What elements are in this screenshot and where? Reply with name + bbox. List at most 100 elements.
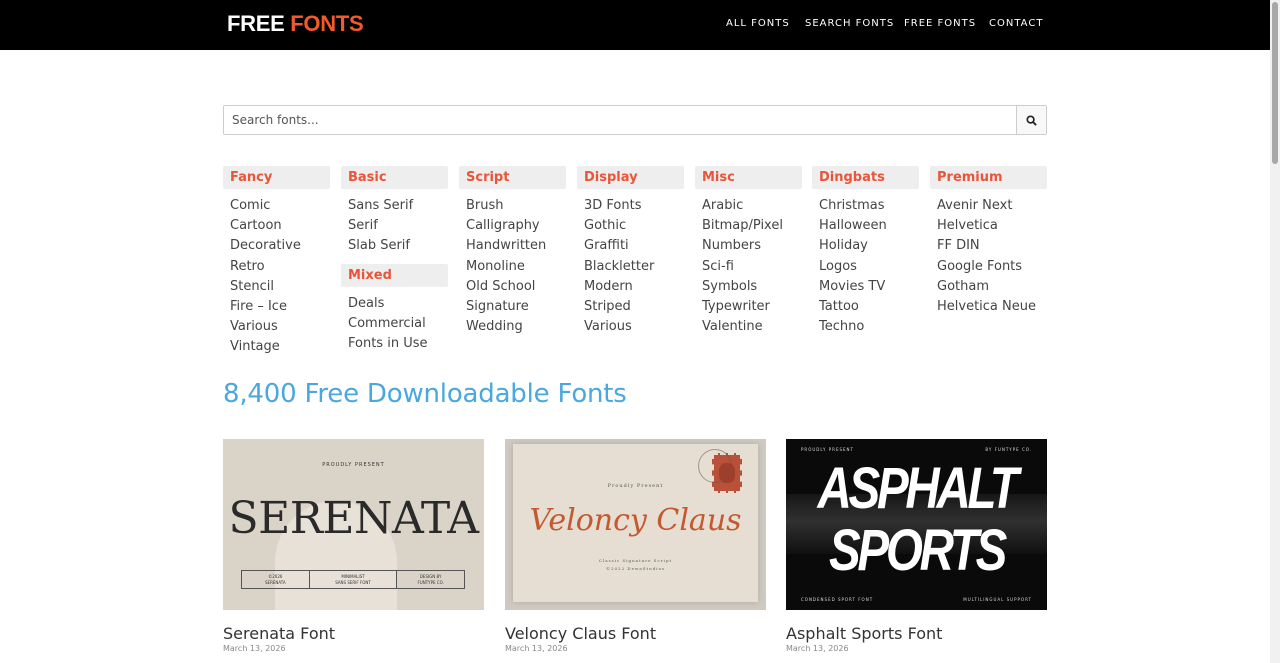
category-link[interactable]: Slab Serif (348, 236, 441, 256)
font-card-veloncy-claus[interactable]: Proudly Present Veloncy Claus Classic Si… (505, 439, 766, 653)
search-button[interactable] (1016, 106, 1046, 134)
search-icon (1026, 114, 1037, 126)
preview-bottom-right: MULTILINGUAL SUPPORT (963, 597, 1032, 602)
category-link[interactable]: Sans Serif (348, 196, 441, 216)
category-heading-script[interactable]: Script (459, 166, 566, 189)
category-link[interactable]: Signature (466, 297, 559, 317)
category-fancy: Fancy Comic Cartoon Decorative Retro Ste… (223, 166, 330, 358)
category-link[interactable]: Helvetica (937, 216, 1040, 236)
category-link[interactable]: Halloween (819, 216, 912, 236)
category-link[interactable]: Helvetica Neue (937, 297, 1040, 317)
category-link[interactable]: Arabic (702, 196, 795, 216)
category-heading-fancy[interactable]: Fancy (223, 166, 330, 189)
category-link[interactable]: Holiday (819, 236, 912, 256)
category-link[interactable]: Retro (230, 257, 323, 277)
font-date: March 13, 2026 (786, 644, 849, 653)
logo-text-free: FREE (227, 11, 285, 36)
category-link[interactable]: Gotham (937, 277, 1040, 297)
category-link[interactable]: Monoline (466, 257, 559, 277)
font-date: March 13, 2026 (223, 644, 286, 653)
category-link[interactable]: Various (230, 317, 323, 337)
category-link[interactable]: Old School (466, 277, 559, 297)
category-link[interactable]: FF DIN (937, 236, 1040, 256)
nav-contact[interactable]: CONTACT (989, 18, 1043, 29)
category-heading-dingbats[interactable]: Dingbats (812, 166, 919, 189)
category-link[interactable]: Fonts in Use (348, 334, 441, 354)
category-link[interactable]: Symbols (702, 277, 795, 297)
category-heading-misc[interactable]: Misc (695, 166, 802, 189)
page-scrollbar[interactable] (1270, 0, 1280, 663)
preview-postmark (698, 449, 732, 483)
category-link[interactable]: Deals (348, 294, 441, 314)
preview-font-name: Veloncy Claus (529, 503, 742, 538)
category-link[interactable]: Graffiti (584, 236, 677, 256)
preview-info-table: ©2026 SERENATA MINIMALIST SANS SERIF FON… (241, 570, 465, 589)
category-link[interactable]: Commercial (348, 314, 441, 334)
nav-search-fonts[interactable]: SEARCH FONTS (805, 18, 894, 29)
font-preview-image[interactable]: Proudly Present Veloncy Claus Classic Si… (505, 439, 766, 610)
category-link[interactable]: Handwritten (466, 236, 559, 256)
font-title[interactable]: Asphalt Sports Font (786, 624, 1047, 643)
category-link[interactable]: Typewriter (702, 297, 795, 317)
category-link[interactable]: Movies TV (819, 277, 912, 297)
category-heading-display[interactable]: Display (577, 166, 684, 189)
category-link[interactable]: Various (584, 317, 677, 337)
font-date: March 13, 2026 (505, 644, 568, 653)
category-basic: Basic Sans Serif Serif Slab Serif Mixed … (341, 166, 448, 354)
font-title[interactable]: Veloncy Claus Font (505, 624, 766, 643)
category-heading-basic[interactable]: Basic (341, 166, 448, 189)
category-link[interactable]: Google Fonts (937, 257, 1040, 277)
top-navbar: FREE FONTS ALL FONTS SEARCH FONTS FREE F… (0, 0, 1270, 50)
preview-subtitle: Classic Signature Script (598, 558, 673, 563)
category-dingbats: Dingbats Christmas Halloween Holiday Log… (812, 166, 919, 337)
category-link[interactable]: 3D Fonts (584, 196, 677, 216)
preview-top-left: PROUDLY PRESENT (801, 447, 854, 452)
category-link[interactable]: Striped (584, 297, 677, 317)
scrollbar-thumb[interactable] (1272, 2, 1278, 164)
category-link[interactable]: Modern (584, 277, 677, 297)
category-link[interactable]: Vintage (230, 337, 323, 357)
category-heading-mixed[interactable]: Mixed (341, 263, 448, 287)
category-link[interactable]: Valentine (702, 317, 795, 337)
preview-font-name-line2: SPORTS (828, 518, 1007, 583)
category-link[interactable]: Serif (348, 216, 441, 236)
category-link[interactable]: Fire – Ice (230, 297, 323, 317)
font-title[interactable]: Serenata Font (223, 624, 484, 643)
category-link[interactable]: Gothic (584, 216, 677, 236)
category-link[interactable]: Decorative (230, 236, 323, 256)
nav-all-fonts[interactable]: ALL FONTS (726, 18, 790, 29)
category-link[interactable]: Bitmap/Pixel (702, 216, 795, 236)
category-link[interactable]: Brush (466, 196, 559, 216)
category-link[interactable]: Tattoo (819, 297, 912, 317)
preview-top-right: BY FUNTYPE CO. (985, 447, 1032, 452)
category-link[interactable]: Calligraphy (466, 216, 559, 236)
category-link[interactable]: Comic (230, 196, 323, 216)
search-input[interactable] (224, 106, 1016, 134)
category-link[interactable]: Sci-fi (702, 257, 795, 277)
preview-font-name: SERENATA (228, 493, 479, 544)
preview-top-text: PROUDLY PRESENT (322, 462, 385, 468)
category-link[interactable]: Stencil (230, 277, 323, 297)
nav-free-fonts[interactable]: FREE FONTS (904, 18, 976, 29)
category-script: Script Brush Calligraphy Handwritten Mon… (459, 166, 566, 337)
page-headline: 8,400 Free Downloadable Fonts (223, 379, 627, 409)
category-link[interactable]: Avenir Next (937, 196, 1040, 216)
font-preview-image[interactable]: PROUDLY PRESENT BY FUNTYPE CO. ASPHALT S… (786, 439, 1047, 610)
preview-bottom-left: CONDENSED SPORT FONT (801, 597, 874, 602)
logo-text-fonts: FONTS (290, 11, 364, 36)
font-search-bar (223, 105, 1047, 135)
category-link[interactable]: Techno (819, 317, 912, 337)
category-heading-premium[interactable]: Premium (930, 166, 1047, 189)
category-link[interactable]: Numbers (702, 236, 795, 256)
category-link[interactable]: Logos (819, 257, 912, 277)
category-display: Display 3D Fonts Gothic Graffiti Blackle… (577, 166, 684, 337)
category-link[interactable]: Wedding (466, 317, 559, 337)
category-link[interactable]: Blackletter (584, 257, 677, 277)
preview-font-name-line1: ASPHALT (817, 456, 1018, 521)
site-logo[interactable]: FREE FONTS (227, 11, 364, 37)
font-preview-image[interactable]: PROUDLY PRESENT SERENATA ©2026 SERENATA … (223, 439, 484, 610)
font-card-serenata[interactable]: PROUDLY PRESENT SERENATA ©2026 SERENATA … (223, 439, 484, 653)
font-card-asphalt-sports[interactable]: PROUDLY PRESENT BY FUNTYPE CO. ASPHALT S… (786, 439, 1047, 653)
category-link[interactable]: Cartoon (230, 216, 323, 236)
category-link[interactable]: Christmas (819, 196, 912, 216)
